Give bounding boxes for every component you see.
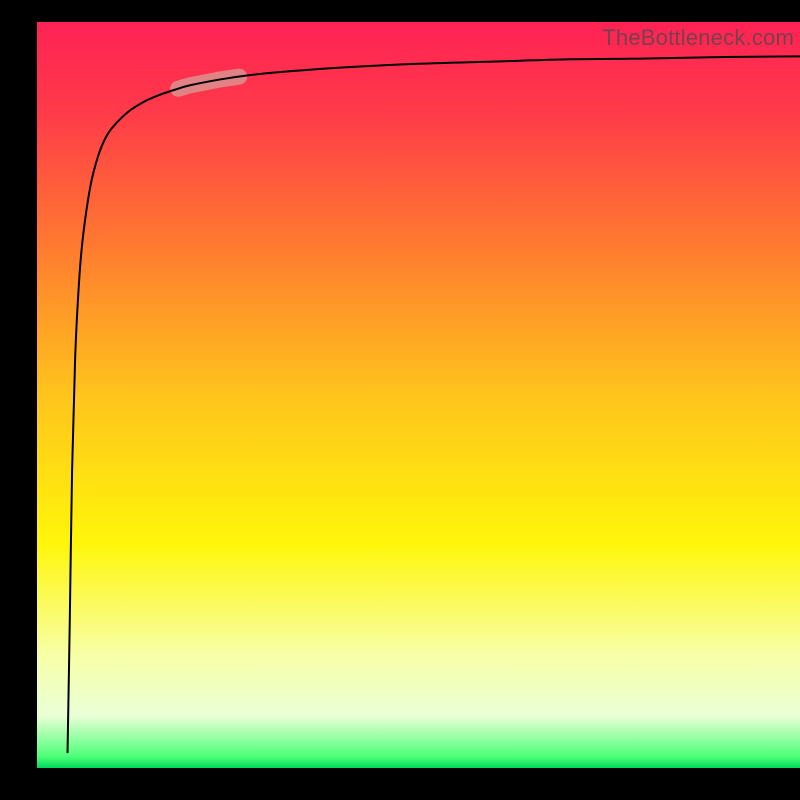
plot-area: TheBottleneck.com (37, 22, 800, 768)
watermark: TheBottleneck.com (602, 25, 794, 51)
background-gradient (37, 22, 800, 768)
chart-container: TheBottleneck.com (0, 0, 800, 800)
